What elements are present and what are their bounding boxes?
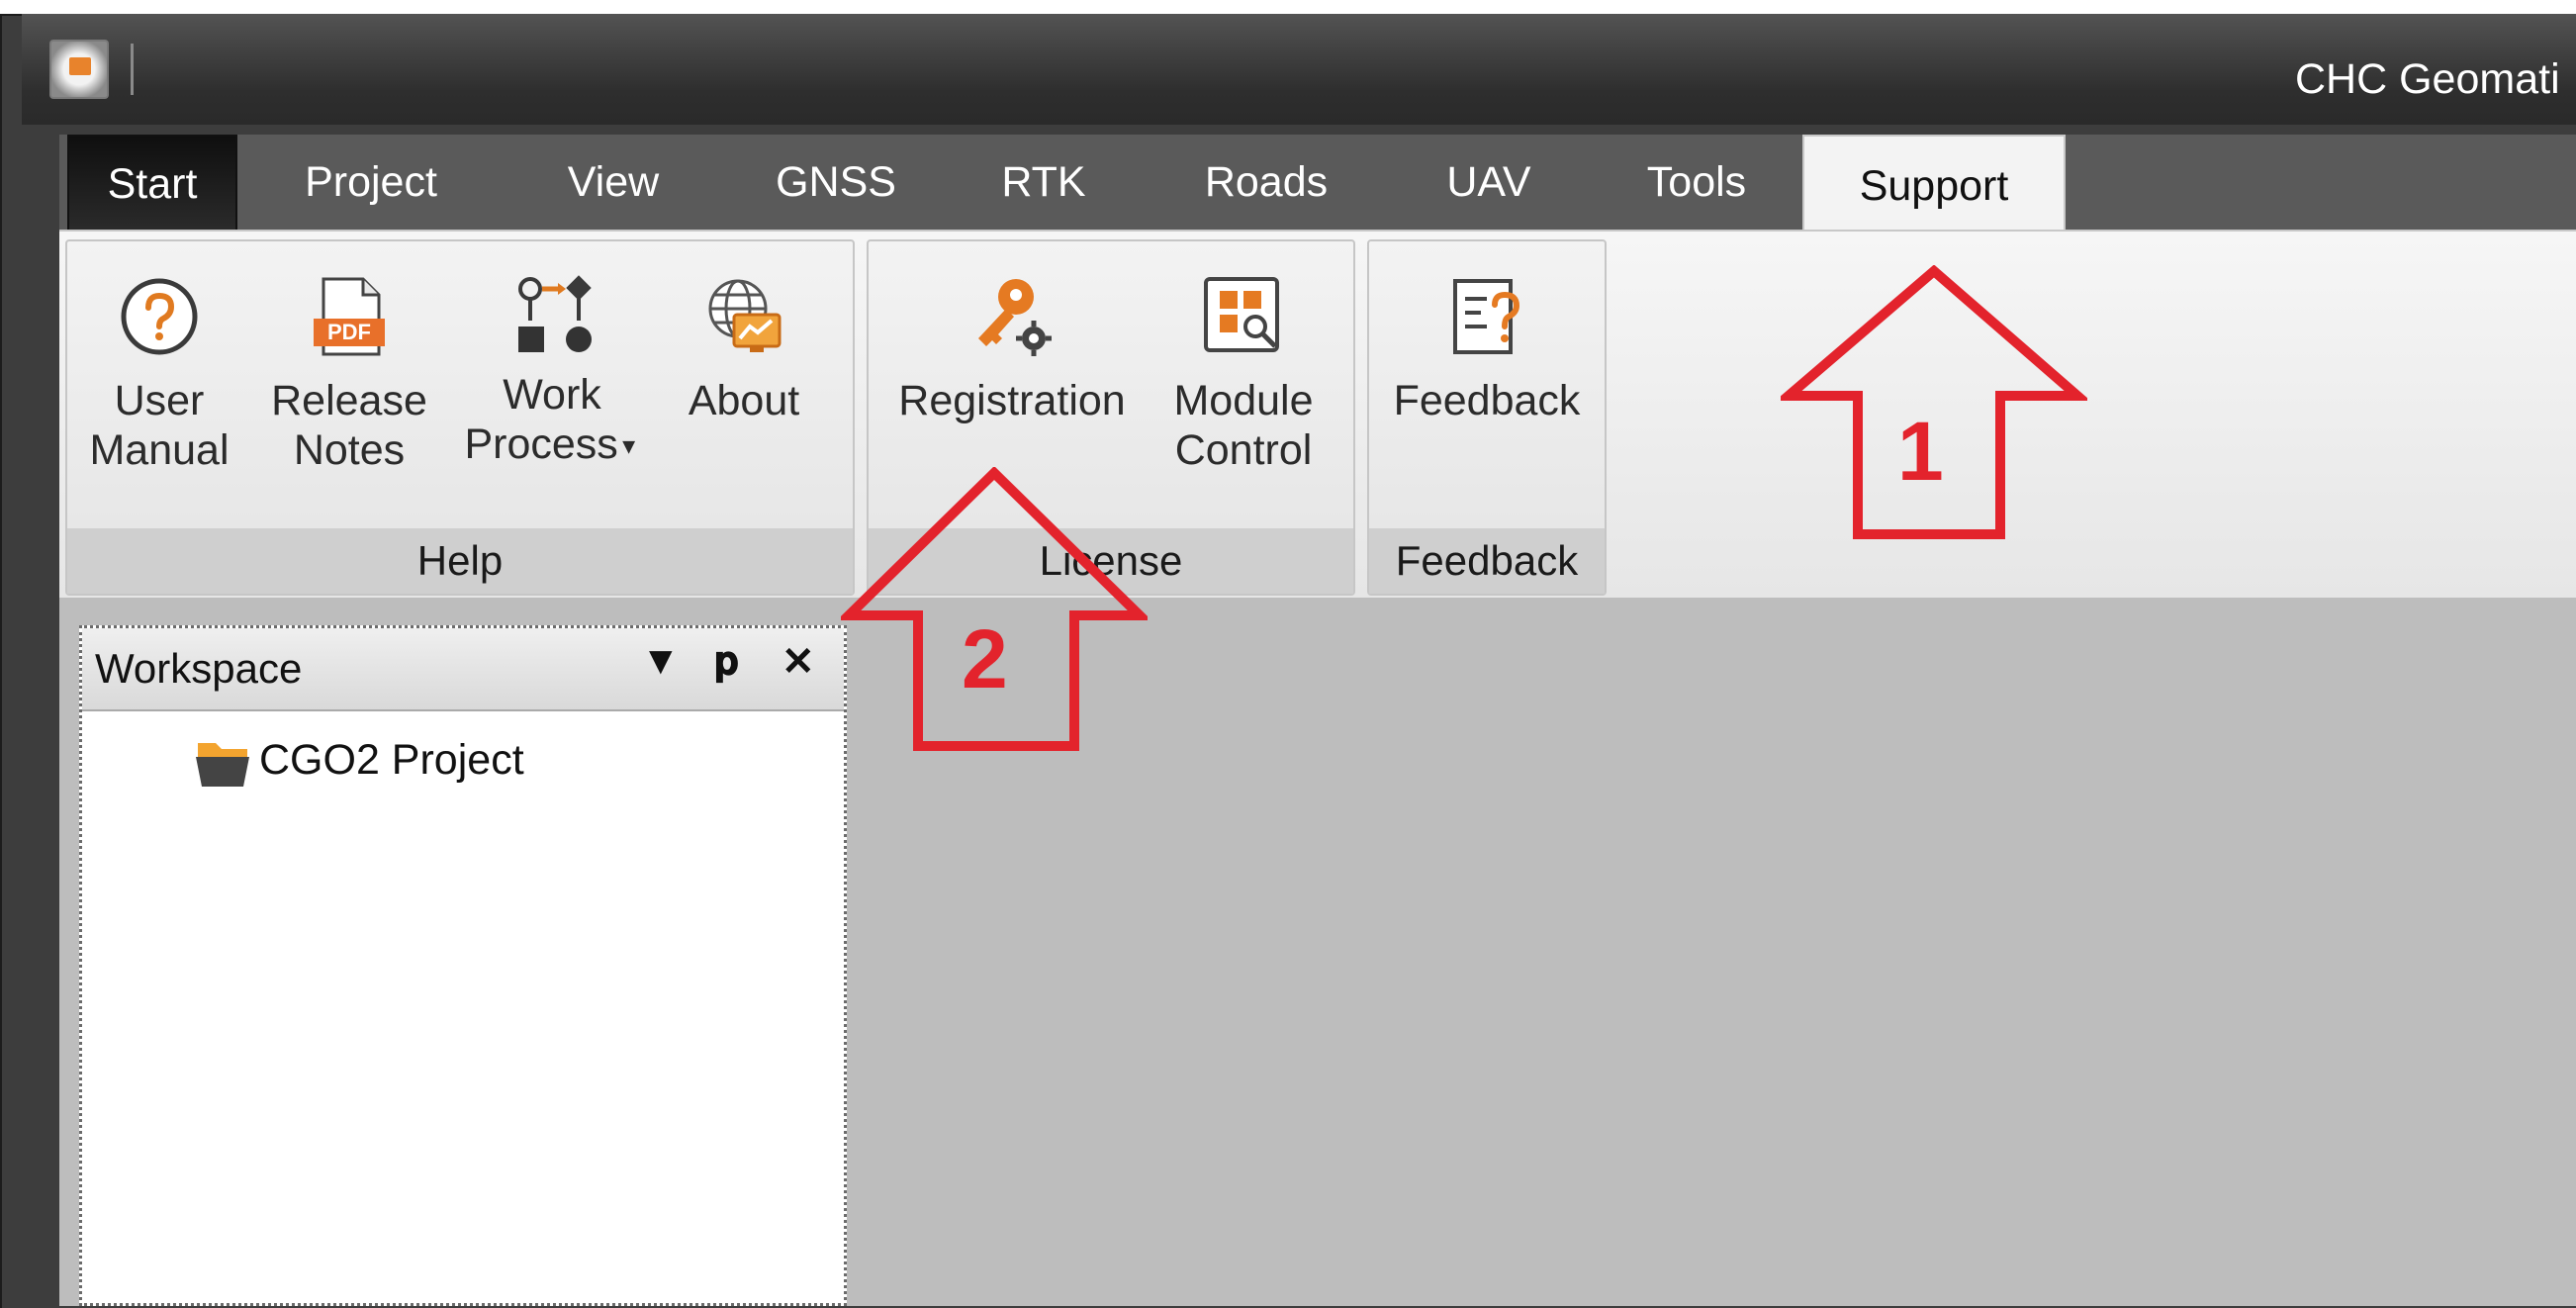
module-control-label-2: Control xyxy=(1174,426,1313,474)
window-title: CHC Geomati xyxy=(2295,55,2560,103)
close-icon[interactable]: ✕ xyxy=(782,639,815,685)
user-manual-label-1: User xyxy=(114,377,205,424)
tab-tools[interactable]: Tools xyxy=(1622,135,1771,230)
annotation-number-2: 2 xyxy=(962,612,1008,705)
workflow-icon xyxy=(510,275,594,358)
user-manual-label-2: Manual xyxy=(89,426,230,474)
work-process-label-2: Process xyxy=(464,420,618,468)
feedback-group: Feedback Feedback xyxy=(1367,239,1607,596)
workspace-title: Workspace xyxy=(95,645,303,692)
release-notes-button[interactable]: PDF Release Notes xyxy=(255,265,443,503)
dropdown-arrow-icon: ▼ xyxy=(617,433,640,459)
annotation-number-1: 1 xyxy=(1897,405,1944,498)
tab-view[interactable]: View xyxy=(554,135,673,230)
workspace-panel xyxy=(79,625,847,1306)
tab-start[interactable]: Start xyxy=(67,135,237,234)
ribbon-tab-strip: Start Project View GNSS RTK Roads UAV To… xyxy=(59,135,2576,235)
feedback-icon xyxy=(1445,275,1528,358)
tab-uav[interactable]: UAV xyxy=(1434,135,1543,230)
question-icon xyxy=(118,275,201,358)
tab-gnss[interactable]: GNSS xyxy=(762,135,910,230)
folder-icon xyxy=(194,737,251,789)
tab-support[interactable]: Support xyxy=(1802,135,2066,235)
module-control-label-1: Module xyxy=(1173,377,1314,424)
title-separator xyxy=(131,44,134,95)
feedback-group-label: Feedback xyxy=(1369,528,1605,594)
help-group: User Manual PDF Release Notes Work Proce… xyxy=(65,239,855,596)
release-notes-label-2: Notes xyxy=(293,426,406,474)
ribbon-panel: User Manual PDF Release Notes Work Proce… xyxy=(59,230,2576,600)
user-manual-button[interactable]: User Manual xyxy=(75,265,243,503)
about-button[interactable]: About xyxy=(665,265,823,503)
tab-roads[interactable]: Roads xyxy=(1187,135,1345,230)
release-notes-label-1: Release xyxy=(271,377,427,424)
key-icon xyxy=(970,275,1054,358)
pin-icon[interactable]: 𝐩 xyxy=(714,639,739,684)
tab-rtk[interactable]: RTK xyxy=(989,135,1098,230)
module-control-icon xyxy=(1202,275,1285,358)
about-label: About xyxy=(688,377,800,424)
feedback-label: Feedback xyxy=(1393,377,1581,424)
title-bar[interactable] xyxy=(22,14,2576,125)
work-process-label-1: Work xyxy=(503,371,601,419)
app-icon[interactable] xyxy=(49,40,109,99)
tree-item-cgo2-project[interactable]: CGO2 Project xyxy=(259,736,524,785)
pdf-icon: PDF xyxy=(308,275,391,358)
registration-label: Registration xyxy=(898,377,1126,424)
globe-monitor-icon xyxy=(702,275,785,358)
help-group-label: Help xyxy=(67,528,853,594)
panel-menu-icon[interactable]: ▼ xyxy=(641,639,681,684)
feedback-button[interactable]: Feedback xyxy=(1375,265,1599,503)
module-control-button[interactable]: Module Control xyxy=(1151,265,1335,503)
svg-text:PDF: PDF xyxy=(327,320,371,344)
tab-project[interactable]: Project xyxy=(297,135,445,230)
work-process-button[interactable]: Work Process▼ xyxy=(455,265,649,503)
